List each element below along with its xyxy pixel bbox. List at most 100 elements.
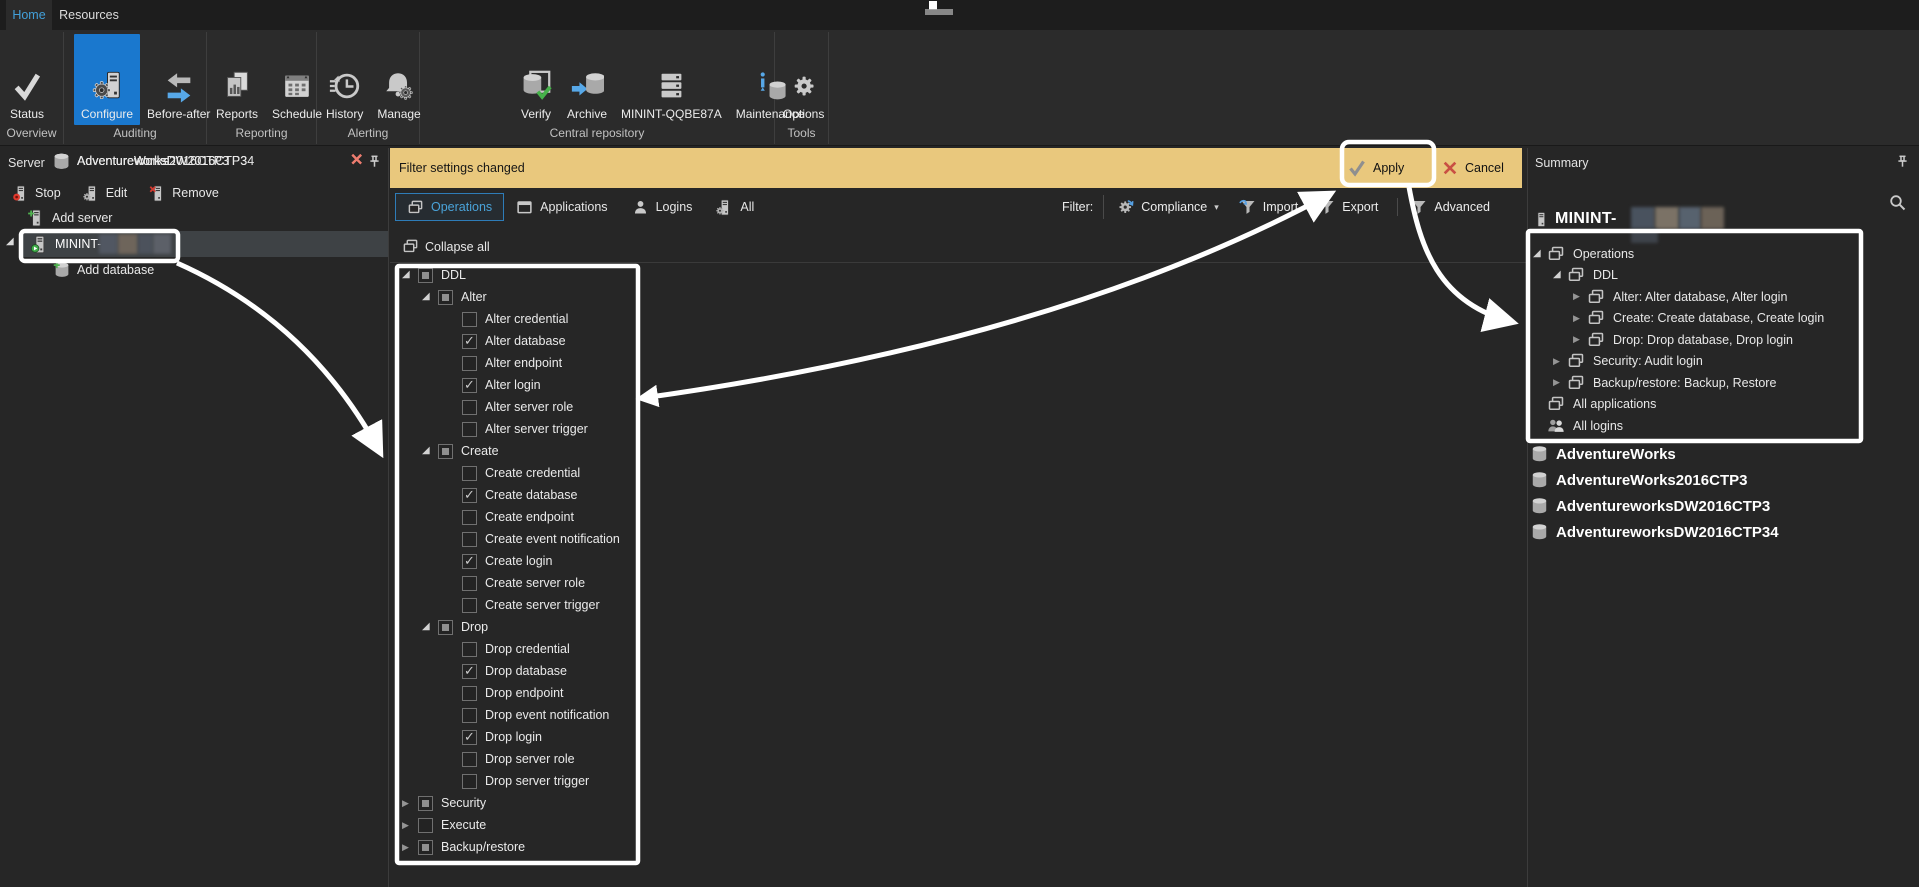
import[interactable]: Import ▾	[1236, 198, 1301, 216]
checkbox[interactable]	[462, 355, 477, 371]
expand-icon[interactable]	[1553, 270, 1567, 280]
checkbox[interactable]	[462, 333, 477, 349]
checkbox[interactable]	[462, 663, 477, 679]
checkbox[interactable]	[462, 421, 477, 437]
checkbox[interactable]	[462, 597, 477, 613]
expand-icon[interactable]	[1573, 335, 1587, 344]
drop-credential[interactable]: Drop credential	[390, 638, 640, 660]
checkbox[interactable]	[418, 795, 433, 811]
all-applications[interactable]: All applications	[1528, 394, 1919, 416]
checkbox[interactable]	[462, 707, 477, 723]
expand-icon[interactable]	[402, 821, 418, 830]
adventureworksdw2016ctp34[interactable]: AdventureworksDW2016CTP34	[1528, 519, 1919, 545]
server-row[interactable]: MININT-	[0, 231, 389, 257]
alter[interactable]: Alter	[390, 286, 640, 308]
advanced[interactable]: Advanced ▾	[1397, 198, 1493, 216]
checkbox[interactable]	[418, 839, 433, 855]
checkbox[interactable]	[462, 751, 477, 767]
configure[interactable]: Configure	[74, 34, 141, 125]
checkbox[interactable]	[462, 465, 477, 481]
checkbox[interactable]	[462, 377, 477, 393]
expand-icon[interactable]	[1573, 314, 1587, 323]
apply-button[interactable]: Apply	[1348, 154, 1404, 182]
checkbox[interactable]	[462, 553, 477, 569]
alter-server-trigger[interactable]: Alter server trigger	[390, 418, 640, 440]
tab-resources[interactable]: Resources	[54, 0, 124, 30]
create-database[interactable]: Create database	[390, 484, 640, 506]
drop-database[interactable]: Drop database	[390, 660, 640, 682]
checkbox[interactable]	[438, 443, 453, 459]
security-audit-login[interactable]: Security: Audit login	[1528, 351, 1919, 373]
alter-alter-database-alter-login[interactable]: Alter: Alter database, Alter login	[1528, 286, 1919, 308]
drop[interactable]: Drop	[390, 616, 640, 638]
operations[interactable]: Operations	[395, 193, 505, 221]
verify[interactable]: Verify	[512, 34, 560, 125]
drop-server-role[interactable]: Drop server role	[390, 748, 640, 770]
drop-event-notification[interactable]: Drop event notification	[390, 704, 640, 726]
before-after[interactable]: Before-after	[140, 34, 217, 125]
export[interactable]: Export ▾	[1315, 198, 1381, 216]
collapse-all-button[interactable]: Collapse all	[402, 238, 490, 255]
stop[interactable]: Stop	[12, 184, 61, 203]
expand-icon[interactable]	[1553, 378, 1567, 387]
expand-icon[interactable]	[422, 622, 438, 632]
compliance[interactable]: Compliance ▾	[1114, 198, 1222, 216]
security[interactable]: Security	[390, 792, 640, 814]
adventureworks2016ctp3[interactable]: AdventureWorks2016CTP3	[1528, 467, 1919, 493]
checkbox[interactable]	[462, 311, 477, 327]
execute[interactable]: Execute	[390, 814, 640, 836]
checkbox[interactable]	[462, 487, 477, 503]
ddl[interactable]: DDL	[390, 264, 640, 286]
checkbox[interactable]	[462, 729, 477, 745]
search-icon[interactable]	[1889, 194, 1907, 212]
add-server-row[interactable]: Add server	[0, 205, 389, 231]
checkbox[interactable]	[462, 685, 477, 701]
checkbox[interactable]	[462, 575, 477, 591]
adventureworksdw2016ctp3[interactable]: AdventureworksDW2016CTP3	[1528, 493, 1919, 519]
edit[interactable]: Edit	[83, 184, 127, 203]
expand-icon[interactable]	[1553, 357, 1567, 366]
pin-icon[interactable]	[1896, 155, 1909, 168]
create[interactable]: Create	[390, 440, 640, 462]
create-endpoint[interactable]: Create endpoint	[390, 506, 640, 528]
create-credential[interactable]: Create credential	[390, 462, 640, 484]
checkbox[interactable]	[462, 773, 477, 789]
drop-endpoint[interactable]: Drop endpoint	[390, 682, 640, 704]
create-server-trigger[interactable]: Create server trigger	[390, 594, 640, 616]
alter-server-role[interactable]: Alter server role	[390, 396, 640, 418]
tab-home[interactable]: Home	[6, 0, 52, 30]
backup-restore[interactable]: Backup/restore	[390, 836, 640, 858]
create-login[interactable]: Create login	[390, 550, 640, 572]
drop-drop-database-drop-login[interactable]: Drop: Drop database, Drop login	[1528, 329, 1919, 351]
create-event-notification[interactable]: Create event notification	[390, 528, 640, 550]
history[interactable]: History	[319, 34, 370, 125]
alter-login[interactable]: Alter login	[390, 374, 640, 396]
checkbox[interactable]	[462, 509, 477, 525]
checkbox[interactable]	[418, 267, 433, 283]
checkbox[interactable]	[462, 641, 477, 657]
expand-icon[interactable]	[402, 799, 418, 808]
create-create-database-create-login[interactable]: Create: Create database, Create login	[1528, 308, 1919, 330]
adventureworks[interactable]: AdventureWorks	[1528, 441, 1919, 467]
expand-icon[interactable]	[422, 446, 438, 456]
expand-icon[interactable]	[402, 270, 418, 280]
alter-credential[interactable]: Alter credential	[390, 308, 640, 330]
expand-icon[interactable]	[402, 843, 418, 852]
operations[interactable]: Operations	[1528, 243, 1919, 265]
remove[interactable]: Remove	[149, 184, 219, 203]
applications[interactable]: Applications	[504, 193, 619, 221]
alter-database[interactable]: Alter database	[390, 330, 640, 352]
summary-server-row[interactable]: MININT-	[1533, 206, 1617, 232]
backup-restore-backup-restore[interactable]: Backup/restore: Backup, Restore	[1528, 372, 1919, 394]
alter-endpoint[interactable]: Alter endpoint	[390, 352, 640, 374]
checkbox[interactable]	[438, 619, 453, 635]
archive[interactable]: Archive	[560, 34, 614, 125]
all-logins[interactable]: All logins	[1528, 415, 1919, 437]
drop-server-trigger[interactable]: Drop server trigger	[390, 770, 640, 792]
expand-icon[interactable]	[1533, 249, 1547, 259]
checkbox[interactable]	[438, 289, 453, 305]
checkbox[interactable]	[462, 531, 477, 547]
ddl[interactable]: DDL	[1528, 265, 1919, 287]
options[interactable]: Options	[776, 34, 831, 125]
logins[interactable]: Logins	[620, 193, 705, 221]
